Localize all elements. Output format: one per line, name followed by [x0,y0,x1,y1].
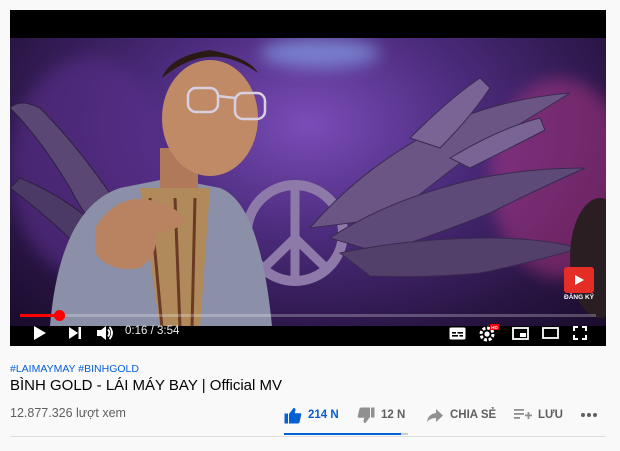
view-count: 12.877.326 lượt xem [10,406,126,420]
video-title: BÌNH GOLD - LÁI MÁY BAY | Official MV [10,377,283,394]
time-display: 0:16 / 3:54 [125,325,179,337]
miniplayer-button[interactable] [510,323,530,343]
video-scene-illustration [10,50,606,326]
fullscreen-icon [573,326,587,340]
play-logo-icon [575,275,584,285]
subtitles-button[interactable] [447,323,467,343]
time-separator: / [147,325,157,337]
theater-button[interactable] [540,323,560,343]
playlist-add-icon [514,409,532,419]
more-actions-button[interactable] [580,404,598,426]
share-icon [427,408,443,422]
save-button[interactable]: LƯU [514,404,563,426]
next-icon [69,327,81,339]
settings-button[interactable]: HD [478,323,500,343]
thumbs-down-icon [357,407,375,423]
dislike-button[interactable]: 12 N [357,404,405,426]
subscribe-label: ĐĂNG KÝ [564,294,594,301]
fullscreen-button[interactable] [570,323,590,343]
more-horizontal-icon [581,413,597,417]
dislike-count: 12 N [381,409,406,421]
current-time: 0:16 [125,325,148,337]
divider [10,436,606,437]
svg-text:HD: HD [491,325,498,330]
next-button[interactable] [65,323,85,343]
volume-button[interactable] [94,323,116,343]
like-count: 214 N [308,409,339,421]
progress-bar[interactable] [20,310,596,321]
hashtags[interactable]: #LAIMAYMAY #BINHGOLD [10,363,139,375]
like-ratio-fill [284,433,402,435]
duration: 3:54 [156,325,180,337]
play-icon [34,326,46,340]
video-frame[interactable] [10,38,606,326]
miniplayer-icon [511,326,529,340]
thumbs-up-icon [284,407,302,423]
player-controls: 0:16 / 3:54 HD [10,320,606,346]
like-button[interactable]: 214 N [284,404,339,426]
volume-icon [97,326,113,340]
settings-icon: HD [479,324,499,342]
theater-icon [541,327,559,339]
video-player[interactable]: ĐĂNG KÝ 0:16 / 3:54 HD [10,10,606,346]
subtitles-icon [449,327,465,339]
save-label: LƯU [538,409,563,421]
play-button[interactable] [30,323,50,343]
share-button[interactable]: CHIA SẺ [426,404,496,426]
share-label: CHIA SẺ [450,409,497,421]
subscribe-watermark[interactable]: ĐĂNG KÝ [564,267,594,307]
like-ratio-bar [284,433,408,435]
